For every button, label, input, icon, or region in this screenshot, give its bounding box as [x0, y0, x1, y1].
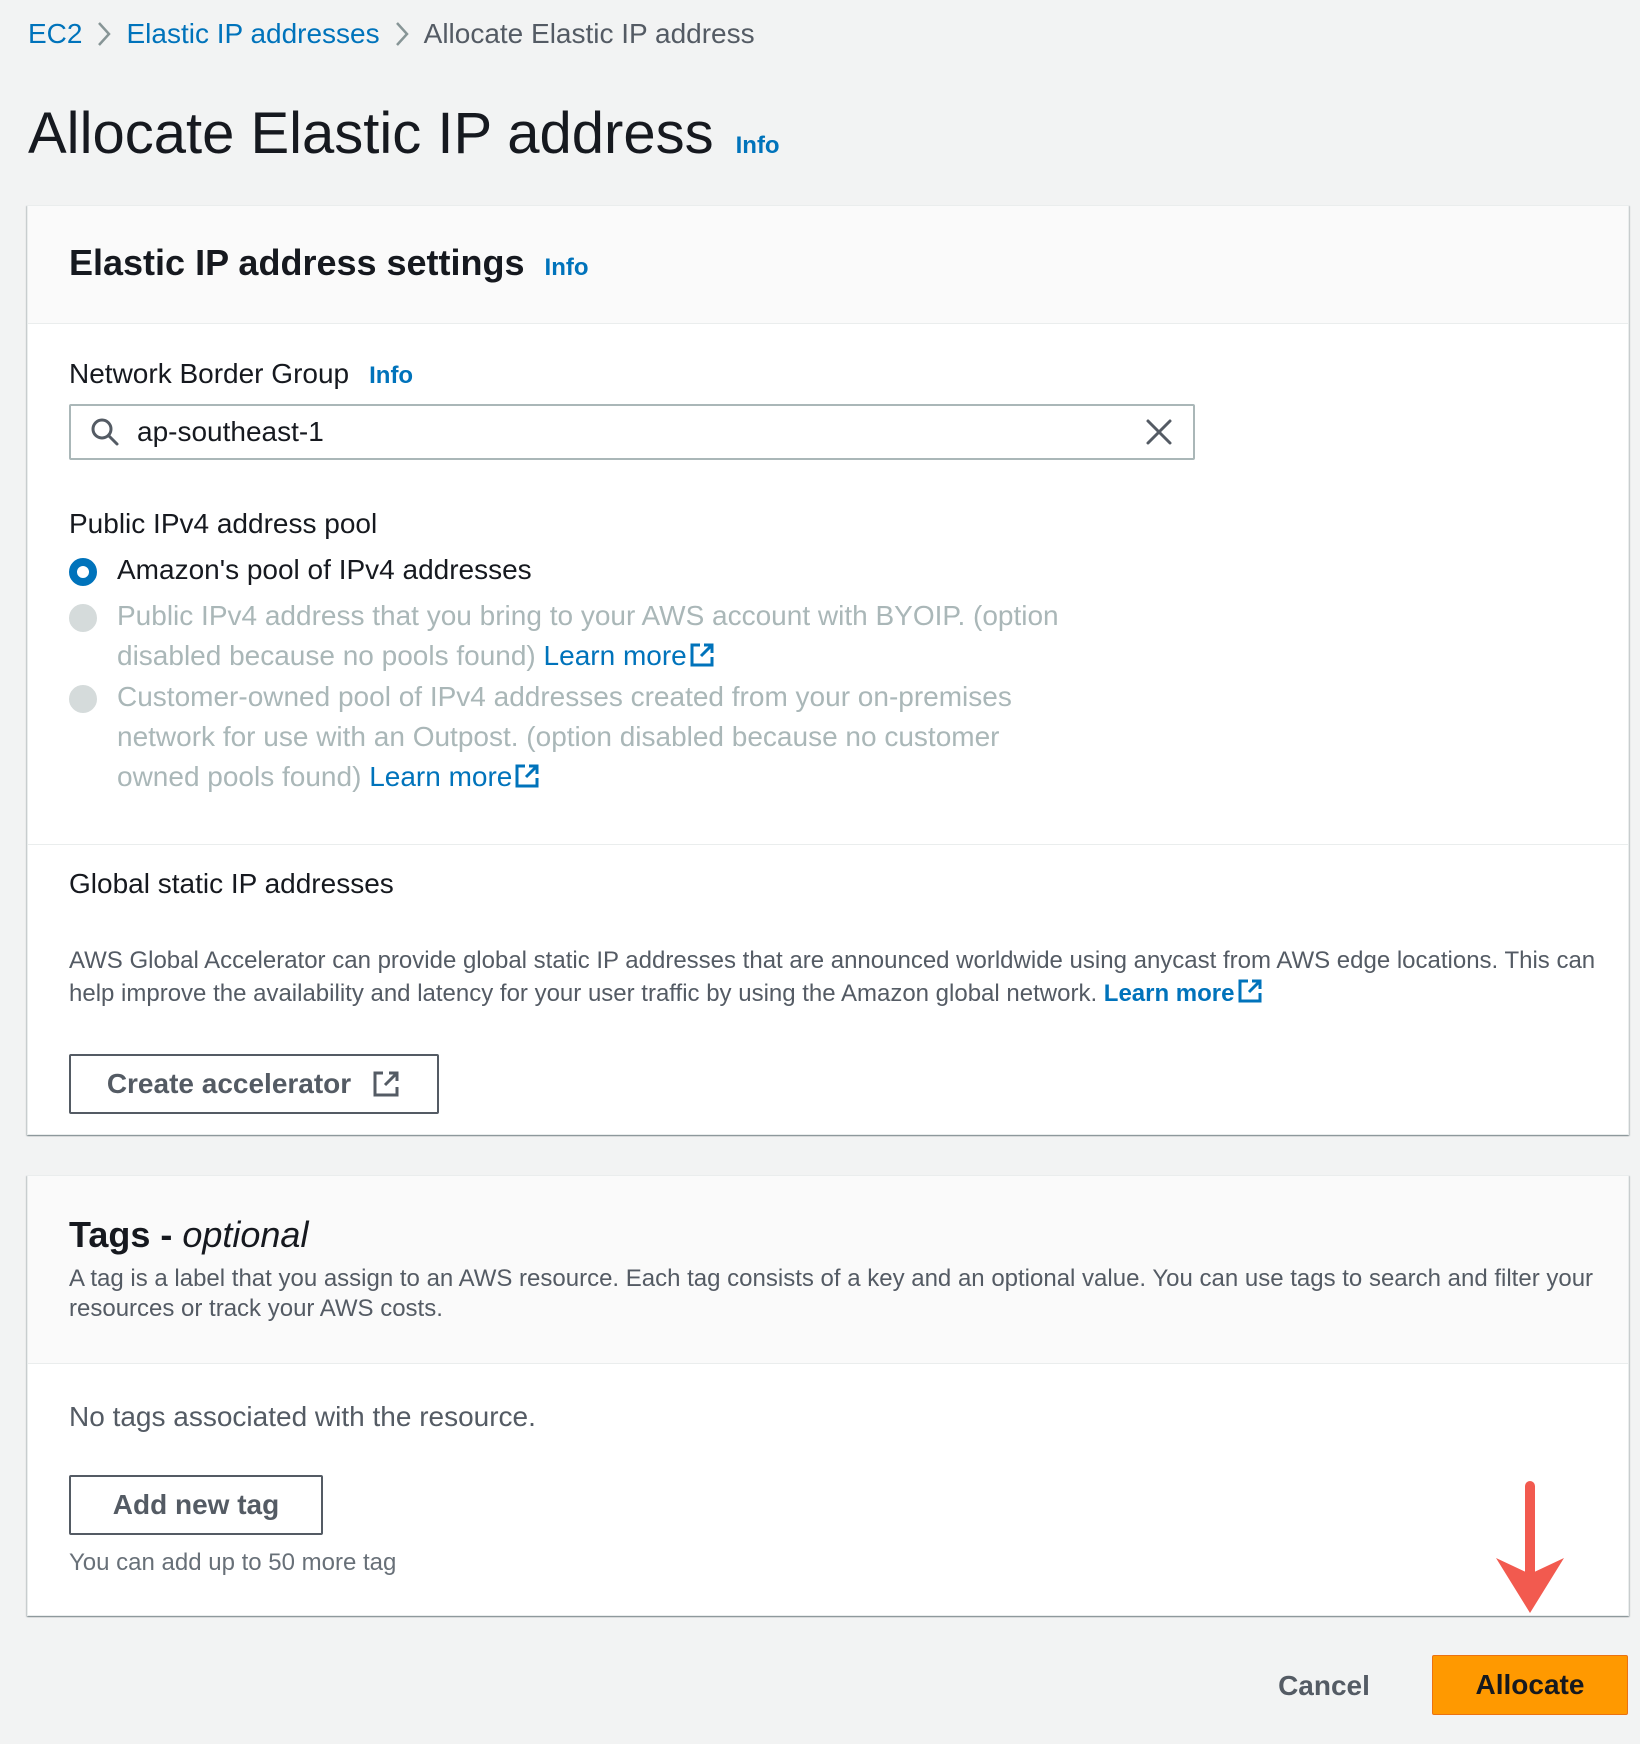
page-info-link[interactable]: Info [736, 132, 780, 160]
external-link-icon [371, 1069, 401, 1099]
no-tags-message: No tags associated with the resource. [69, 1401, 536, 1432]
settings-heading: Elastic IP address settings [69, 242, 525, 283]
breadcrumb-current: Allocate Elastic IP address [423, 18, 755, 49]
tags-description: A tag is a label that you assign to an A… [69, 1265, 1594, 1322]
tag-limit-hint: You can add up to 50 more tag [69, 1549, 397, 1576]
tags-heading: Tags - optional [69, 1214, 309, 1255]
customer-owned-learn-more-link[interactable]: Learn more [369, 761, 540, 792]
settings-panel-header: Elastic IP address settings Info [28, 206, 1628, 324]
tags-panel: Tags - optional A tag is a label that yo… [27, 1175, 1629, 1616]
radio-button-disabled [69, 685, 97, 713]
radio-option-amazon-pool[interactable]: Amazon's pool of IPv4 addresses [69, 554, 532, 590]
chevron-right-icon [380, 20, 424, 48]
global-accelerator-learn-more-link[interactable]: Learn more [1104, 979, 1263, 1007]
external-link-icon [1238, 979, 1261, 1003]
network-border-group-label: Network Border Group [69, 358, 350, 389]
cancel-button[interactable]: Cancel [1268, 1658, 1380, 1714]
tags-panel-header: Tags - optional A tag is a label that yo… [28, 1176, 1628, 1364]
network-border-group-input[interactable]: ap-southeast-1 [69, 404, 1195, 460]
search-icon [89, 416, 121, 448]
radio-label-customer-owned-pool: Customer-owned pool of IPv4 addresses cr… [117, 681, 1012, 792]
global-static-ip-description: AWS Global Accelerator can provide globa… [69, 947, 1596, 1007]
radio-label-amazon-pool: Amazon's pool of IPv4 addresses [117, 554, 532, 585]
close-icon[interactable] [1143, 416, 1175, 448]
network-border-group-value[interactable]: ap-southeast-1 [137, 416, 1143, 448]
tags-optional-label: optional [182, 1214, 309, 1255]
breadcrumb: EC2 Elastic IP addresses Allocate Elasti… [28, 14, 755, 54]
global-static-ip-title: Global static IP addresses [69, 868, 394, 899]
radio-option-customer-owned-pool: Customer-owned pool of IPv4 addresses cr… [69, 681, 1069, 797]
create-accelerator-button[interactable]: Create accelerator [69, 1054, 439, 1114]
radio-option-byoip: Public IPv4 address that you bring to yo… [69, 600, 1069, 676]
network-border-group-label-row: Network Border Group Info [69, 358, 413, 390]
breadcrumb-elastic-ip-addresses[interactable]: Elastic IP addresses [126, 18, 379, 50]
allocate-button[interactable]: Allocate [1432, 1655, 1628, 1715]
chevron-right-icon [82, 20, 126, 48]
network-border-group-info-link[interactable]: Info [369, 362, 413, 390]
radio-button-disabled [69, 604, 97, 632]
annotation-arrow-icon [1496, 1481, 1564, 1613]
ipv4-pool-label: Public IPv4 address pool [69, 508, 378, 539]
page-title: Allocate Elastic IP address [28, 101, 714, 166]
add-new-tag-button[interactable]: Add new tag [69, 1475, 323, 1535]
external-link-icon [515, 764, 539, 788]
external-link-icon [690, 643, 714, 667]
breadcrumb-ec2[interactable]: EC2 [28, 18, 82, 50]
elastic-ip-settings-panel: Elastic IP address settings Info Network… [27, 205, 1629, 1135]
create-accelerator-label: Create accelerator [106, 1068, 352, 1099]
radio-button-selected[interactable] [69, 558, 97, 586]
settings-info-link[interactable]: Info [545, 254, 589, 282]
section-divider [28, 844, 1628, 845]
byoip-learn-more-link[interactable]: Learn more [544, 640, 715, 671]
page-header: Allocate Elastic IP address Info [28, 100, 780, 167]
